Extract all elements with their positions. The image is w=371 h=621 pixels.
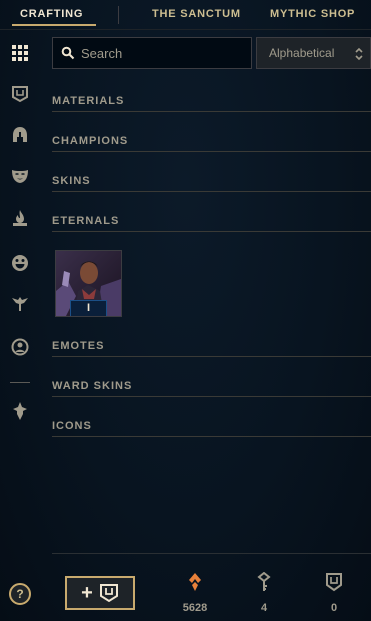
essence-icon	[189, 573, 201, 591]
smiley-icon[interactable]	[10, 253, 30, 273]
grid-icon[interactable]	[10, 43, 30, 63]
section-label: EMOTES	[52, 340, 105, 352]
section-divider	[52, 231, 371, 232]
tab-crafting[interactable]: CRAFTING	[20, 8, 83, 20]
tab-mythic-shop[interactable]: MYTHIC SHOP	[270, 8, 355, 20]
search-placeholder: Search	[81, 46, 123, 61]
chests-counter: 0	[314, 572, 354, 614]
section-divider	[52, 151, 371, 152]
section-divider	[52, 396, 371, 397]
footer-divider	[52, 553, 371, 554]
chest-icon	[99, 584, 118, 603]
sidebar-divider	[10, 382, 30, 383]
section-label: ICONS	[52, 420, 92, 432]
chest-icon[interactable]	[10, 84, 30, 104]
flame-icon[interactable]	[10, 208, 30, 228]
chevron-updown-icon	[355, 47, 363, 61]
chest-icon	[326, 573, 342, 592]
active-tab-indicator	[12, 24, 96, 26]
section-label: CHAMPIONS	[52, 135, 129, 147]
blue-essence-counter: 5628	[175, 572, 215, 614]
helmet-icon[interactable]	[10, 125, 30, 145]
section-label: SKINS	[52, 175, 91, 187]
key-icon	[257, 572, 271, 591]
nav-divider	[118, 6, 119, 24]
section-divider	[52, 356, 371, 357]
help-button[interactable]: ?	[9, 583, 31, 605]
ward-icon[interactable]	[10, 294, 30, 314]
profile-icon[interactable]	[10, 337, 30, 357]
sort-dropdown[interactable]: Alphabetical	[256, 37, 371, 69]
tft-icon[interactable]	[10, 401, 30, 421]
add-chest-button[interactable]: +	[65, 576, 135, 610]
eternals-item-tile[interactable]: I	[55, 250, 122, 317]
plus-icon: +	[81, 582, 93, 604]
section-divider	[52, 436, 371, 437]
tab-the-sanctum[interactable]: THE SANCTUM	[152, 8, 241, 20]
mask-icon[interactable]	[10, 166, 30, 186]
item-count-badge: I	[70, 300, 107, 316]
search-input[interactable]: Search	[52, 37, 252, 69]
section-divider	[52, 111, 371, 112]
keys-counter: 4	[244, 572, 284, 614]
chests-value: 0	[330, 602, 338, 614]
top-divider	[0, 29, 371, 30]
essence-value: 5628	[182, 602, 208, 614]
section-divider	[52, 191, 371, 192]
section-label: MATERIALS	[52, 95, 125, 107]
search-icon	[61, 46, 75, 60]
top-nav: CRAFTING THE SANCTUM MYTHIC SHOP	[0, 0, 371, 30]
sort-selected-value: Alphabetical	[269, 46, 335, 60]
section-label: WARD SKINS	[52, 380, 133, 392]
keys-value: 4	[260, 602, 268, 614]
section-label: ETERNALS	[52, 215, 120, 227]
